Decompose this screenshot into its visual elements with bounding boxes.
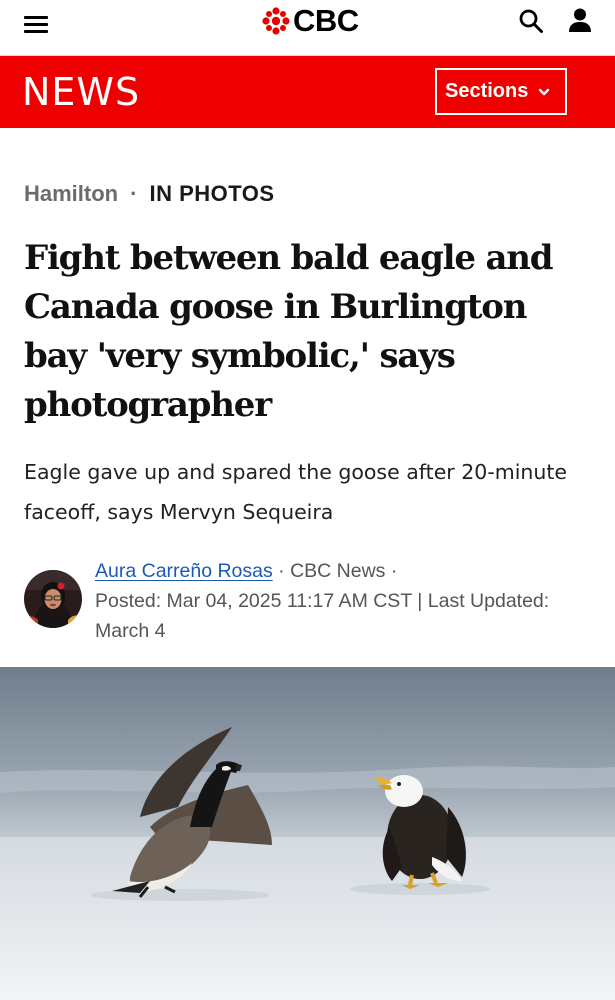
top-bar: CBC	[0, 0, 615, 56]
byline-outlet: · CBC News ·	[278, 560, 398, 582]
author-link[interactable]: Aura Carreño Rosas	[95, 560, 273, 582]
byline-text: Aura Carreño Rosas · CBC News · Posted: …	[95, 556, 605, 646]
user-icon[interactable]	[566, 6, 594, 34]
news-bar: NEWS Sections	[0, 56, 615, 128]
article-kicker: Hamilton · IN PHOTOS	[24, 181, 275, 207]
avatar[interactable]	[24, 570, 82, 628]
hamburger-menu-icon[interactable]	[22, 10, 52, 40]
chevron-down-icon	[539, 88, 550, 95]
news-section-title[interactable]: NEWS	[22, 68, 140, 116]
article-deck: Eagle gave up and spared the goose after…	[24, 460, 568, 524]
brand-name: CBC	[293, 3, 359, 38]
lead-photo[interactable]	[0, 667, 615, 1000]
region-link[interactable]: Hamilton	[24, 181, 118, 207]
search-icon[interactable]	[517, 7, 545, 35]
sections-label: Sections	[445, 80, 529, 102]
byline-timestamp: Posted: Mar 04, 2025 11:17 AM CST | Last…	[95, 590, 550, 642]
eagle-and-goose-photo	[0, 667, 615, 1000]
cbc-gem-icon	[262, 7, 290, 35]
sections-button[interactable]: Sections	[435, 68, 567, 115]
page-title: Fight between bald eagle and Canada goos…	[24, 238, 554, 425]
section-link[interactable]: IN PHOTOS	[149, 181, 274, 207]
cbc-logo[interactable]: CBC	[262, 5, 359, 37]
kicker-separator: ·	[130, 181, 138, 206]
